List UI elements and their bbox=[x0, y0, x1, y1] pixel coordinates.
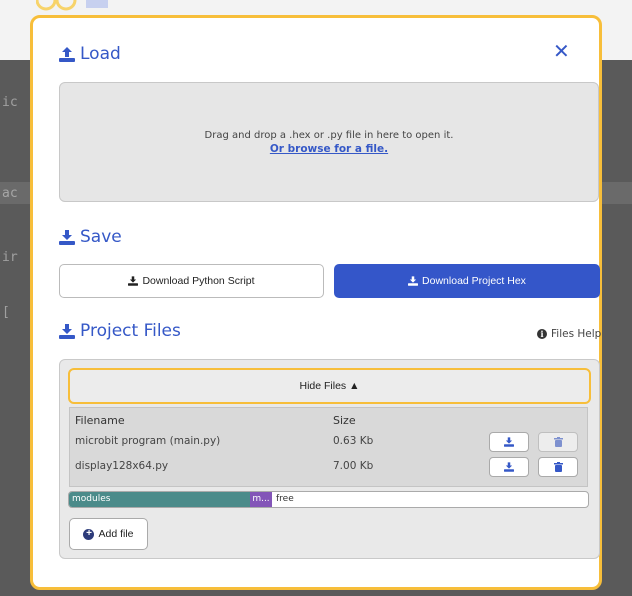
add-file-button[interactable]: + Add file bbox=[69, 518, 148, 550]
download-icon bbox=[128, 276, 139, 286]
upload-icon bbox=[59, 46, 75, 62]
code-line: ac bbox=[2, 186, 18, 201]
dropzone-text: Drag and drop a .hex or .py file in here… bbox=[204, 129, 454, 141]
column-header-size: Size bbox=[333, 414, 356, 427]
download-file-button[interactable] bbox=[489, 432, 529, 452]
load-heading: Load bbox=[59, 44, 121, 64]
hide-files-button[interactable]: Hide Files ▲ bbox=[68, 368, 591, 404]
download-project-hex-button[interactable]: Download Project Hex bbox=[334, 264, 600, 298]
code-line: ic bbox=[2, 95, 18, 110]
download-python-script-button[interactable]: Download Python Script bbox=[59, 264, 324, 298]
memory-main-segment: m... bbox=[250, 492, 272, 507]
project-files-heading: Project Files bbox=[59, 321, 181, 341]
info-icon: i bbox=[537, 329, 547, 339]
memory-free-label: free bbox=[276, 494, 294, 504]
close-icon[interactable]: ✕ bbox=[553, 41, 570, 61]
download-file-button[interactable] bbox=[489, 457, 529, 477]
download-icon bbox=[504, 462, 514, 472]
trash-icon bbox=[553, 462, 563, 472]
plus-icon: + bbox=[83, 528, 95, 540]
delete-file-button[interactable] bbox=[538, 432, 578, 452]
file-name: microbit program (main.py) bbox=[75, 435, 221, 447]
browse-file-link[interactable]: Or browse for a file. bbox=[270, 143, 388, 155]
file-size: 0.63 Kb bbox=[333, 435, 374, 447]
files-help-link[interactable]: i Files Help bbox=[537, 328, 601, 340]
project-files-title: Project Files bbox=[80, 321, 181, 341]
file-size: 7.00 Kb bbox=[333, 460, 374, 472]
load-title: Load bbox=[80, 44, 121, 64]
download-icon bbox=[408, 276, 419, 286]
save-title: Save bbox=[80, 227, 122, 247]
download-icon bbox=[504, 437, 514, 447]
trash-icon bbox=[553, 437, 563, 447]
download-python-label: Download Python Script bbox=[142, 275, 255, 287]
code-line: ir bbox=[2, 250, 18, 265]
download-hex-label: Download Project Hex bbox=[422, 275, 526, 287]
memory-modules-segment: modules bbox=[69, 492, 250, 507]
add-file-label: Add file bbox=[98, 528, 134, 540]
download-icon bbox=[59, 323, 75, 339]
logo-fragment-icon bbox=[36, 0, 108, 11]
file-dropzone[interactable]: Drag and drop a .hex or .py file in here… bbox=[59, 82, 599, 202]
download-icon bbox=[59, 229, 75, 245]
file-name: display128x64.py bbox=[75, 460, 169, 472]
memory-usage-bar: modules m... free bbox=[68, 491, 589, 508]
save-heading: Save bbox=[59, 227, 122, 247]
files-help-label: Files Help bbox=[551, 328, 602, 340]
delete-file-button[interactable] bbox=[538, 457, 578, 477]
code-line: [ bbox=[2, 305, 10, 320]
column-header-filename: Filename bbox=[75, 414, 125, 427]
